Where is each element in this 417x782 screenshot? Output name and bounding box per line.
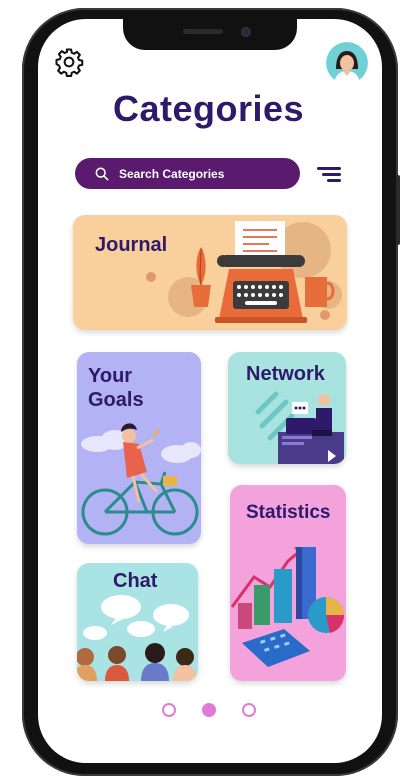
category-card-statistics[interactable]: Statistics [230, 485, 346, 681]
camera [241, 27, 251, 37]
search-input[interactable]: Search Categories [75, 158, 300, 189]
search-icon [95, 167, 109, 180]
statistics-illustration [230, 547, 345, 667]
typewriter-illustration [146, 221, 342, 323]
category-card-journal[interactable]: Journal [73, 215, 347, 330]
category-card-network[interactable]: Network [228, 352, 346, 464]
gear-icon[interactable] [54, 47, 84, 77]
page-dot-1[interactable] [161, 703, 176, 717]
page-title: Categories [112, 88, 305, 129]
search-placeholder: Search Categories [119, 166, 225, 181]
chat-illustration [77, 595, 197, 681]
avatar[interactable] [326, 42, 368, 84]
cyclist-illustration [81, 423, 201, 536]
network-illustration [255, 391, 344, 464]
side-button [396, 175, 400, 245]
category-card-your-goals[interactable]: Your Goals [77, 352, 201, 544]
page-dot-3[interactable] [241, 703, 256, 717]
category-card-chat[interactable]: Chat [77, 563, 198, 681]
notch [123, 18, 297, 50]
filter-icon[interactable] [317, 165, 341, 183]
page-dot-2[interactable] [201, 703, 216, 717]
speaker [183, 29, 223, 34]
pagination [0, 703, 417, 717]
